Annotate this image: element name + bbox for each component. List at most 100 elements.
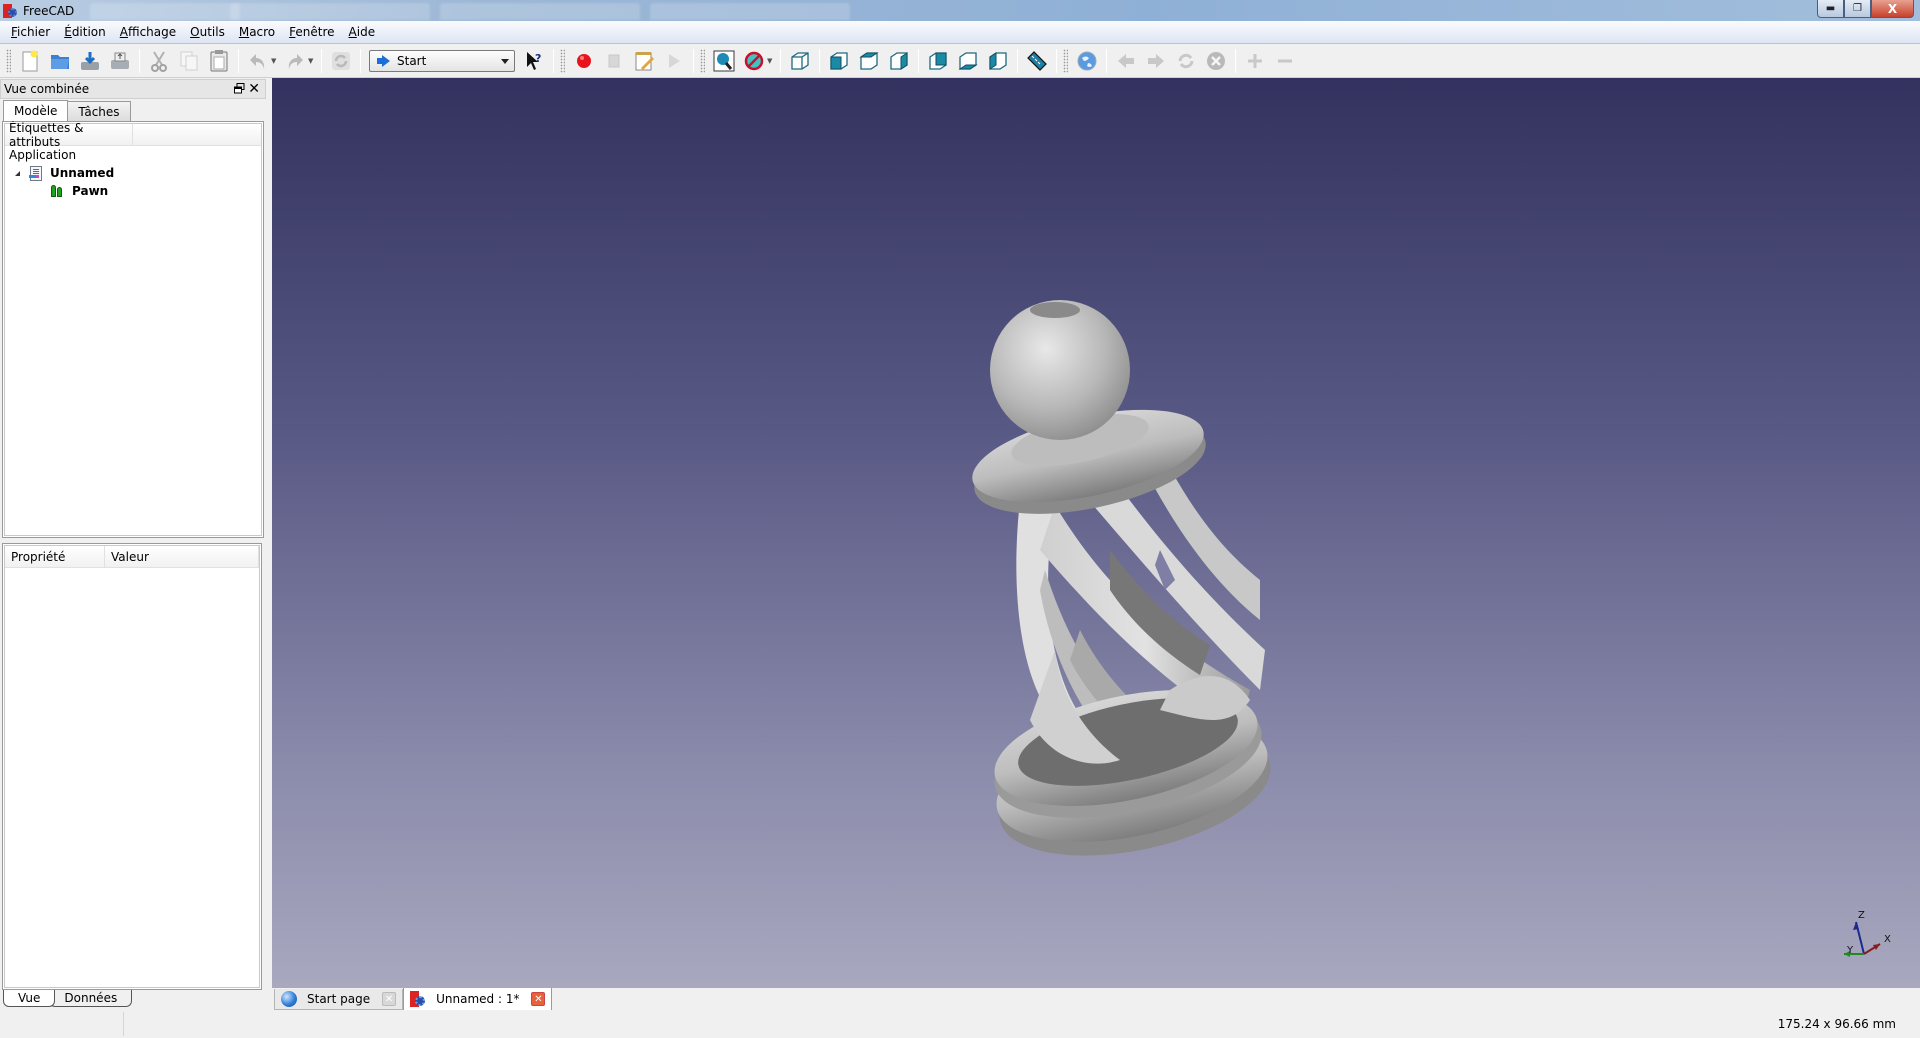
menu-affichage[interactable]: Affichage: [113, 25, 183, 39]
web-globe-icon: [1077, 51, 1097, 70]
undo-button[interactable]: [245, 48, 271, 74]
model-tree-frame: Étiquettes & attributs Application Unnam…: [2, 121, 264, 538]
draw-style-button[interactable]: [741, 48, 767, 74]
menu-aide[interactable]: Aide: [342, 25, 383, 39]
menu-label: Affichage: [119, 25, 177, 39]
front-view-button[interactable]: [826, 48, 852, 74]
web-open-button[interactable]: [1074, 48, 1100, 74]
tab-modele[interactable]: Modèle: [3, 100, 69, 121]
redo-dropdown-arrow[interactable]: ▼: [308, 57, 315, 65]
toolbar-separator: [321, 48, 322, 73]
restore-button[interactable]: ❐: [1844, 0, 1871, 18]
toolbar-grip[interactable]: [1063, 48, 1068, 73]
toolbar-separator: [693, 48, 694, 73]
tree-header-labels[interactable]: Étiquettes & attributs: [5, 121, 133, 149]
menu-label: Fichier: [11, 25, 51, 39]
property-header: Propriété Valeur: [5, 546, 259, 568]
menu-fenetre[interactable]: Fenêtre: [282, 25, 341, 39]
toolbar-grip[interactable]: [560, 48, 565, 73]
zoom-in-button[interactable]: [1242, 48, 1268, 74]
whats-this-button[interactable]: ?: [521, 48, 547, 74]
menu-macro[interactable]: Macro: [232, 25, 282, 39]
cut-button[interactable]: [146, 48, 172, 74]
tree-item-label: Pawn: [72, 184, 109, 198]
stop-macro-button[interactable]: [601, 48, 627, 74]
column-header-value[interactable]: Valeur: [105, 546, 259, 567]
measure-distance-button[interactable]: [1024, 48, 1050, 74]
web-refresh-button[interactable]: [1173, 48, 1199, 74]
refresh-button[interactable]: [328, 48, 354, 74]
refresh-icon: [332, 51, 350, 70]
tab-donnees[interactable]: Données: [49, 990, 133, 1007]
copy-icon: [180, 51, 198, 70]
tab-unnamed[interactable]: Unnamed : 1* ✕: [403, 988, 553, 1011]
web-forward-button[interactable]: [1143, 48, 1169, 74]
bottom-view-icon: [958, 51, 978, 70]
tab-taches[interactable]: Tâches: [67, 101, 131, 121]
tree-item-application[interactable]: Application: [5, 146, 261, 164]
svg-text:?: ?: [535, 52, 541, 65]
workbench-selector[interactable]: Start: [369, 49, 515, 72]
tab-vue[interactable]: Vue: [3, 990, 56, 1007]
draw-style-icon: [744, 51, 764, 70]
rear-view-button[interactable]: [925, 48, 951, 74]
float-panel-button[interactable]: [234, 83, 245, 94]
edit-macro-button[interactable]: [631, 48, 657, 74]
redo-button[interactable]: [282, 48, 308, 74]
pawn-3d-model[interactable]: [960, 290, 1300, 890]
run-macro-button[interactable]: [661, 48, 687, 74]
stop-macro-icon: [608, 54, 620, 67]
top-view-button[interactable]: [856, 48, 882, 74]
web-stop-button[interactable]: [1203, 48, 1229, 74]
bottom-view-button[interactable]: [955, 48, 981, 74]
right-view-button[interactable]: [886, 48, 912, 74]
open-document-button[interactable]: [47, 48, 73, 74]
close-panel-button[interactable]: ✕: [248, 81, 260, 97]
isometric-view-icon: [791, 51, 809, 70]
isometric-view-button[interactable]: [787, 48, 813, 74]
3d-viewport[interactable]: Z X Y: [272, 78, 1920, 988]
record-macro-button[interactable]: [571, 48, 597, 74]
menu-mnemonic: A: [119, 25, 128, 39]
tree-item-document[interactable]: Unnamed: [5, 164, 261, 182]
minimize-button[interactable]: ▬: [1817, 0, 1844, 18]
paste-button[interactable]: [206, 48, 232, 74]
close-tab-button[interactable]: ✕: [382, 992, 397, 1006]
menu-edition[interactable]: Édition: [57, 25, 113, 39]
undo-dropdown-arrow[interactable]: ▼: [271, 57, 278, 65]
right-view-icon: [890, 51, 908, 70]
draw-style-dropdown-arrow[interactable]: ▼: [767, 57, 774, 65]
combo-view-title: Vue combinée: [4, 82, 90, 96]
copy-button[interactable]: [176, 48, 202, 74]
fit-all-button[interactable]: [711, 48, 737, 74]
property-view: Propriété Valeur: [4, 545, 260, 988]
background-browser-tab: [440, 3, 640, 20]
web-back-button[interactable]: [1113, 48, 1139, 74]
close-window-button[interactable]: X: [1871, 0, 1914, 18]
menu-fichier[interactable]: Fichier: [4, 25, 57, 39]
tab-label: Start page: [307, 992, 371, 1006]
left-view-button[interactable]: [985, 48, 1011, 74]
combo-view-panel: Vue combinée ✕ Modèle Tâches Étiquettes …: [0, 79, 266, 1009]
close-tab-button[interactable]: ✕: [531, 992, 546, 1006]
tab-start-page[interactable]: Start page ✕: [274, 989, 404, 1010]
toolbar-grip[interactable]: [700, 48, 705, 73]
zoom-out-button[interactable]: [1272, 48, 1298, 74]
save-button[interactable]: [77, 48, 103, 74]
left-view-icon: [989, 51, 1007, 70]
menu-mnemonic: M: [238, 25, 250, 39]
view-dimensions: 175.24 x 96.66 mm: [1777, 1017, 1896, 1031]
run-macro-icon: [669, 53, 680, 68]
tree-item-pawn[interactable]: Pawn: [5, 182, 261, 200]
menu-outils[interactable]: Outils: [183, 25, 232, 39]
new-document-button[interactable]: [17, 48, 43, 74]
expand-arrow-icon[interactable]: [15, 170, 20, 176]
menu-mnemonic: F: [11, 25, 18, 39]
menu-label: Outils: [190, 25, 225, 39]
print-button[interactable]: [107, 48, 133, 74]
paste-icon: [210, 49, 228, 71]
zoom-in-icon: [1248, 53, 1262, 68]
cut-icon: [151, 50, 167, 72]
toolbar-grip[interactable]: [6, 48, 11, 73]
column-header-property[interactable]: Propriété: [5, 546, 105, 567]
